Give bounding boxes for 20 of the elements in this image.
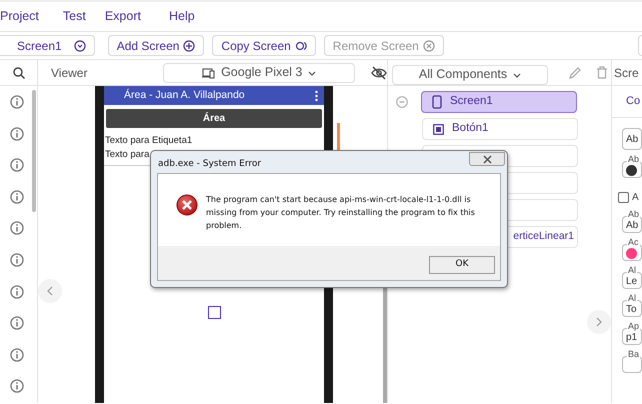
property-label: Ab <box>627 209 640 219</box>
property-label: Ap <box>627 321 640 331</box>
property-label: Ac <box>627 237 640 247</box>
property-value: Le <box>626 274 638 288</box>
app-title: Área - Juan A. Villalpando <box>124 88 245 103</box>
property-value: p1 <box>626 331 638 344</box>
property-label: Al <box>627 265 638 275</box>
dialog-title: adb.exe - System Error <box>158 158 262 171</box>
property-label: Al <box>627 293 638 303</box>
property-value: Ab <box>626 132 638 146</box>
property-label: Ab <box>627 154 640 164</box>
panel-title: Viewer <box>51 64 88 82</box>
property-value: To <box>626 302 637 316</box>
property-label: Ba <box>627 349 640 359</box>
app-label: Texto para Etiqueta1 <box>104 134 194 148</box>
property-label: A <box>632 191 639 205</box>
panel-title: Scre <box>614 64 639 82</box>
error-message: The program can't start because api-ms-win-crt-locale-l1-1-0.dll is missing from your computer. Try reinstalling the program to fix this problem. <box>206 194 476 232</box>
app-label: Texto para <box>104 148 150 162</box>
property-value: Ab <box>626 218 638 232</box>
